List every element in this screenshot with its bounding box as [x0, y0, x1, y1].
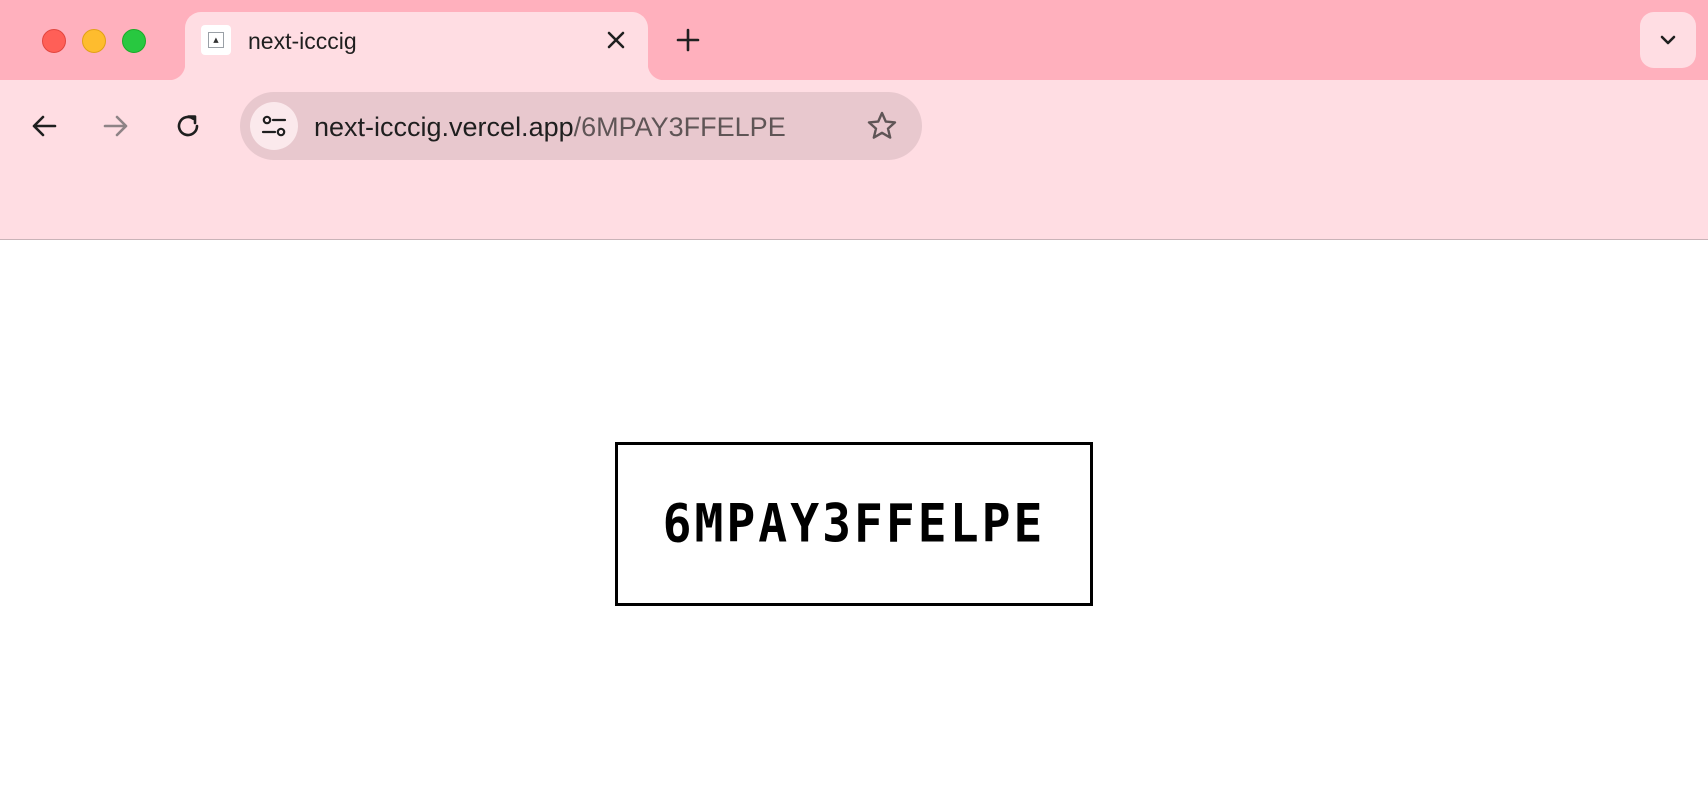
maximize-window-button[interactable]	[122, 29, 146, 53]
captcha-text: 6MPAY3FFELPE	[662, 493, 1046, 555]
tab-title: next-icccig	[248, 28, 357, 54]
url-text[interactable]: next-icccig.vercel.app/6MPAY3FFELPE	[314, 112, 786, 143]
address-bar[interactable]: next-icccig.vercel.app/6MPAY3FFELPE	[240, 92, 922, 160]
page-content: 6MPAY3FFELPE	[0, 241, 1708, 806]
captcha-box: 6MPAY3FFELPE	[615, 442, 1093, 606]
browser-window: ▲ next-icccig next-icccig.vercel.app/6MP…	[0, 0, 1708, 806]
reload-icon[interactable]	[168, 106, 208, 146]
close-icon[interactable]	[602, 26, 630, 54]
url-host: next-icccig.vercel.app	[314, 112, 574, 142]
url-path: /6MPAY3FFELPE	[573, 112, 786, 142]
favicon-icon: ▲	[201, 25, 231, 55]
arrow-left-icon[interactable]	[24, 106, 64, 146]
tab-active[interactable]: ▲ next-icccig	[169, 12, 664, 80]
plus-icon[interactable]	[672, 24, 704, 56]
chevron-down-icon[interactable]	[1640, 12, 1696, 68]
minimize-window-button[interactable]	[82, 29, 106, 53]
close-window-button[interactable]	[42, 29, 66, 53]
arrow-right-icon[interactable]	[96, 106, 136, 146]
tune-icon[interactable]	[250, 102, 298, 150]
tab-strip: ▲ next-icccig	[0, 0, 1708, 80]
star-icon[interactable]	[864, 108, 900, 144]
toolbar: next-icccig.vercel.app/6MPAY3FFELPE	[0, 80, 1708, 240]
